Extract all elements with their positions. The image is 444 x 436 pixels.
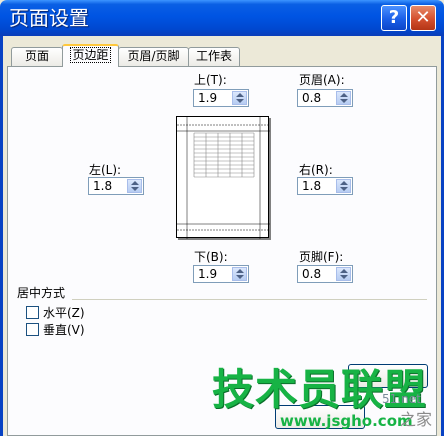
spin-up-icon[interactable] bbox=[340, 181, 348, 185]
spin-down-icon[interactable] bbox=[236, 99, 244, 103]
left-margin-spinner[interactable]: 1.8 bbox=[88, 177, 144, 195]
header-margin-value[interactable]: 0.8 bbox=[302, 91, 321, 105]
help-button[interactable]: ? bbox=[381, 5, 407, 31]
tab-margins[interactable]: 页边距 bbox=[62, 44, 119, 67]
window-title: 页面设置 bbox=[9, 6, 89, 30]
centering-title: 居中方式 bbox=[17, 286, 66, 300]
center-horizontal-checkbox[interactable] bbox=[26, 306, 39, 319]
header-margin-spinner[interactable]: 0.8 bbox=[297, 89, 353, 107]
bottom-margin-label: 下(B): bbox=[194, 250, 228, 264]
spin-down-icon[interactable] bbox=[340, 275, 348, 279]
tab-page[interactable]: 页面 bbox=[11, 47, 63, 66]
left-margin-label: 左(L): bbox=[89, 163, 122, 177]
right-margin-spinner[interactable]: 1.8 bbox=[297, 177, 353, 195]
center-horizontal-label[interactable]: 水平(Z) bbox=[43, 306, 85, 320]
footer-margin-value[interactable]: 0.8 bbox=[302, 267, 321, 281]
top-margin-label: 上(T): bbox=[194, 73, 227, 87]
preview-cell-grid bbox=[193, 132, 255, 178]
bottom-margin-spin-buttons[interactable] bbox=[232, 267, 247, 281]
title-bar[interactable]: 页面设置 ? ✕ bbox=[0, 0, 444, 36]
right-margin-spin-buttons[interactable] bbox=[336, 179, 351, 193]
close-button[interactable]: ✕ bbox=[410, 5, 436, 31]
footer-margin-spinner[interactable]: 0.8 bbox=[297, 265, 353, 283]
top-margin-spin-buttons[interactable] bbox=[232, 91, 247, 105]
window-frame-left bbox=[0, 36, 3, 436]
tab-sheet[interactable]: 工作表 bbox=[188, 47, 240, 66]
watermark-tail: 51.net bbox=[382, 392, 421, 406]
tab-header-footer[interactable]: 页眉/页脚 bbox=[118, 47, 189, 66]
bottom-margin-value[interactable]: 1.9 bbox=[198, 267, 217, 281]
watermark-logo: 技术员联盟 bbox=[212, 365, 428, 414]
centering-divider bbox=[72, 299, 427, 300]
page-preview-graphic bbox=[177, 117, 270, 239]
watermark-url: www.jsgho.com bbox=[280, 412, 413, 430]
left-margin-value[interactable]: 1.8 bbox=[93, 179, 112, 193]
right-margin-value[interactable]: 1.8 bbox=[302, 179, 321, 193]
spin-down-icon[interactable] bbox=[236, 275, 244, 279]
spin-up-icon[interactable] bbox=[236, 93, 244, 97]
spin-up-icon[interactable] bbox=[340, 269, 348, 273]
spin-down-icon[interactable] bbox=[340, 187, 348, 191]
left-margin-spin-buttons[interactable] bbox=[127, 179, 142, 193]
page-preview bbox=[176, 116, 270, 239]
bottom-margin-spinner[interactable]: 1.9 bbox=[193, 265, 249, 283]
center-vertical-label[interactable]: 垂直(V) bbox=[43, 323, 85, 337]
center-vertical-checkbox[interactable] bbox=[26, 323, 39, 336]
footer-margin-label: 页脚(F): bbox=[299, 250, 344, 264]
spin-down-icon[interactable] bbox=[340, 99, 348, 103]
spin-down-icon[interactable] bbox=[131, 187, 139, 191]
top-margin-spinner[interactable]: 1.9 bbox=[193, 89, 249, 107]
spin-up-icon[interactable] bbox=[236, 269, 244, 273]
footer-margin-spin-buttons[interactable] bbox=[336, 267, 351, 281]
spin-up-icon[interactable] bbox=[131, 181, 139, 185]
header-margin-label: 页眉(A): bbox=[299, 73, 345, 87]
top-margin-value[interactable]: 1.9 bbox=[198, 91, 217, 105]
right-margin-label: 右(R): bbox=[299, 163, 333, 177]
watermark-tail-2: 之家 bbox=[400, 410, 433, 429]
header-margin-spin-buttons[interactable] bbox=[336, 91, 351, 105]
spin-up-icon[interactable] bbox=[340, 93, 348, 97]
